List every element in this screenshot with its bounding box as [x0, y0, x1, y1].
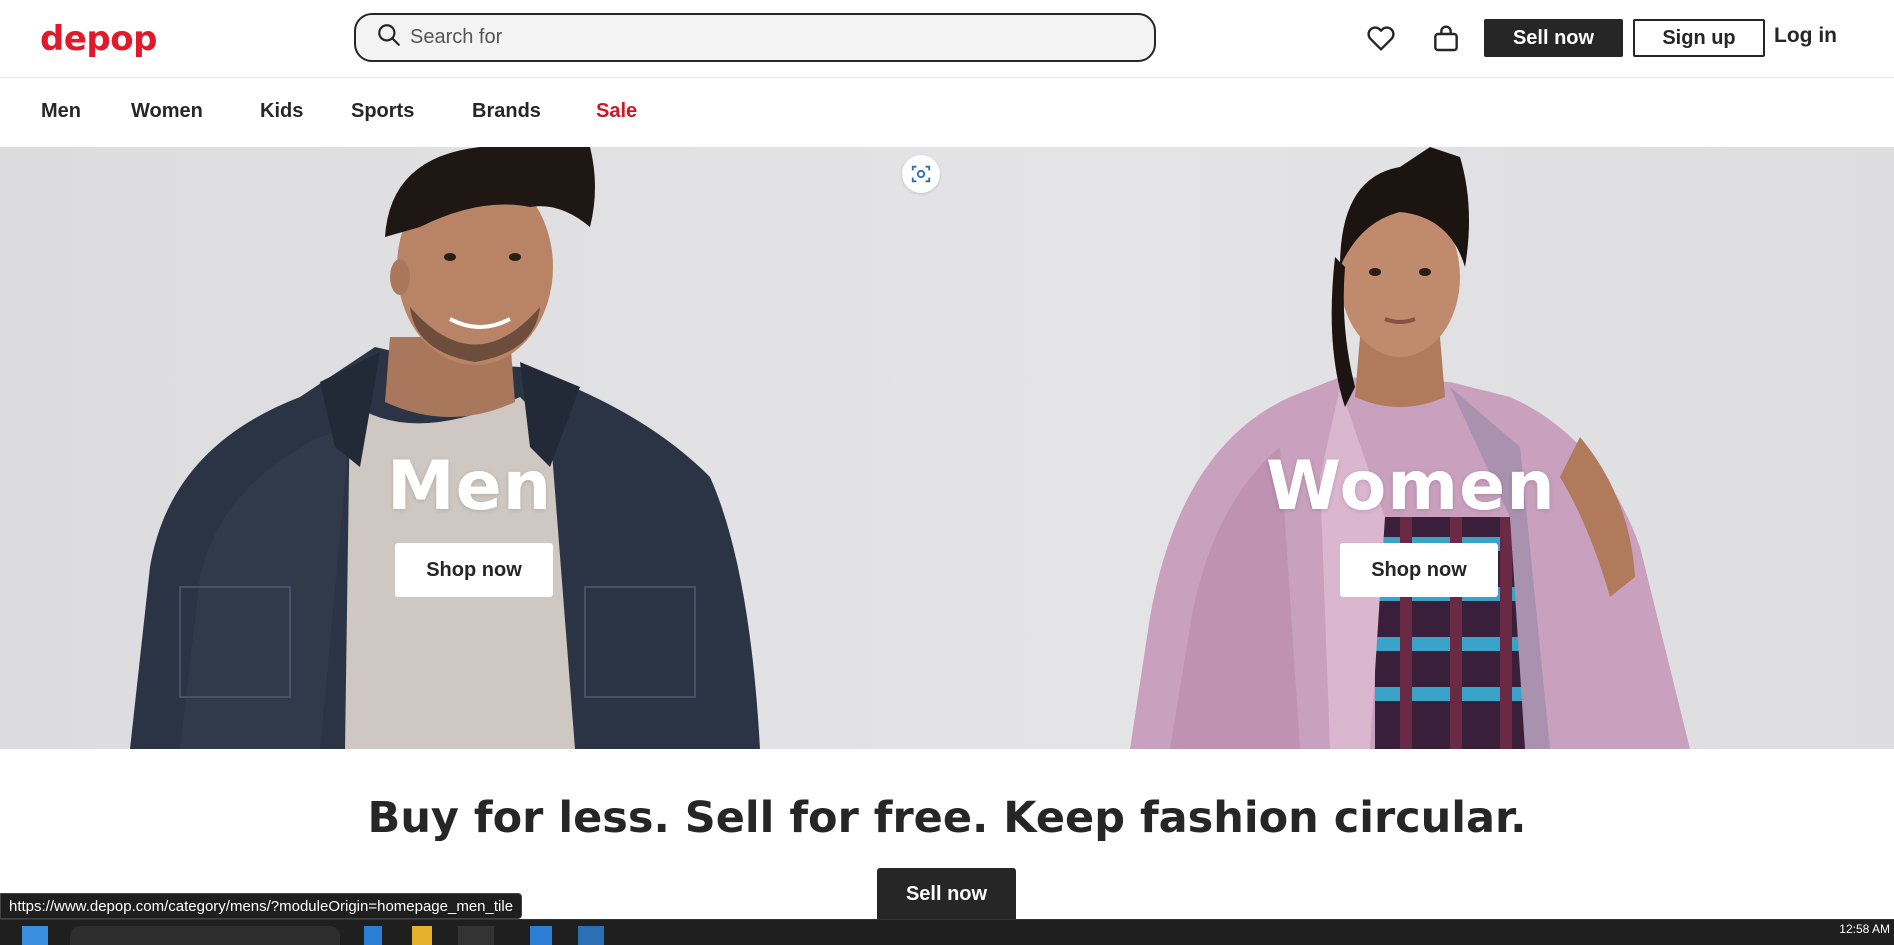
men-shop-now-button[interactable]: Shop now — [395, 543, 553, 597]
nav-item-men[interactable]: Men — [41, 100, 81, 123]
nav-item-kids[interactable]: Kids — [260, 100, 303, 123]
taskbar-search-box[interactable] — [70, 926, 340, 945]
visual-search-icon[interactable] — [902, 155, 940, 193]
sell-now-button[interactable]: Sell now — [1484, 19, 1623, 57]
search-input[interactable] — [410, 26, 1110, 49]
nav-item-brands[interactable]: Brands — [472, 100, 541, 123]
site-header: depop Sell now Sign up Log in — [0, 0, 1894, 78]
log-in-link[interactable]: Log in — [1774, 24, 1837, 48]
women-shop-now-button[interactable]: Shop now — [1340, 543, 1498, 597]
nav-item-sports[interactable]: Sports — [351, 100, 414, 123]
browser-icon[interactable] — [458, 926, 494, 945]
page: depop Sell now Sign up Log in Men Women … — [0, 0, 1894, 945]
nav-item-women[interactable]: Women — [131, 100, 203, 123]
sell-now-cta-button[interactable]: Sell now — [877, 868, 1016, 920]
women-tile-title: Women — [1266, 447, 1556, 526]
taskbar-clock: 12:58 AM — [1839, 922, 1890, 936]
file-explorer-icon[interactable] — [412, 926, 432, 945]
nav-item-sale[interactable]: Sale — [596, 100, 637, 123]
men-tile-title: Men — [387, 447, 553, 526]
depop-logo[interactable]: depop — [40, 19, 157, 59]
category-nav: Men Women Kids Sports Brands Sale — [0, 78, 1894, 147]
os-taskbar: 12:58 AM — [0, 919, 1894, 945]
taskbar-app-icon-2[interactable] — [530, 926, 552, 945]
heart-icon[interactable] — [1363, 20, 1399, 56]
taskbar-app-icon[interactable] — [364, 926, 382, 945]
search-bar[interactable] — [354, 13, 1156, 62]
tagline: Buy for less. Sell for free. Keep fashio… — [367, 793, 1527, 843]
windows-start-icon[interactable] — [22, 926, 48, 945]
taskbar-app-icon-3[interactable] — [578, 926, 604, 945]
status-bar-url: https://www.depop.com/category/mens/?mod… — [0, 893, 523, 919]
bag-icon[interactable] — [1428, 20, 1464, 56]
search-icon — [376, 22, 402, 53]
sign-up-button[interactable]: Sign up — [1633, 19, 1765, 57]
hero-banner: Men Shop now Women Shop now — [0, 147, 1894, 749]
